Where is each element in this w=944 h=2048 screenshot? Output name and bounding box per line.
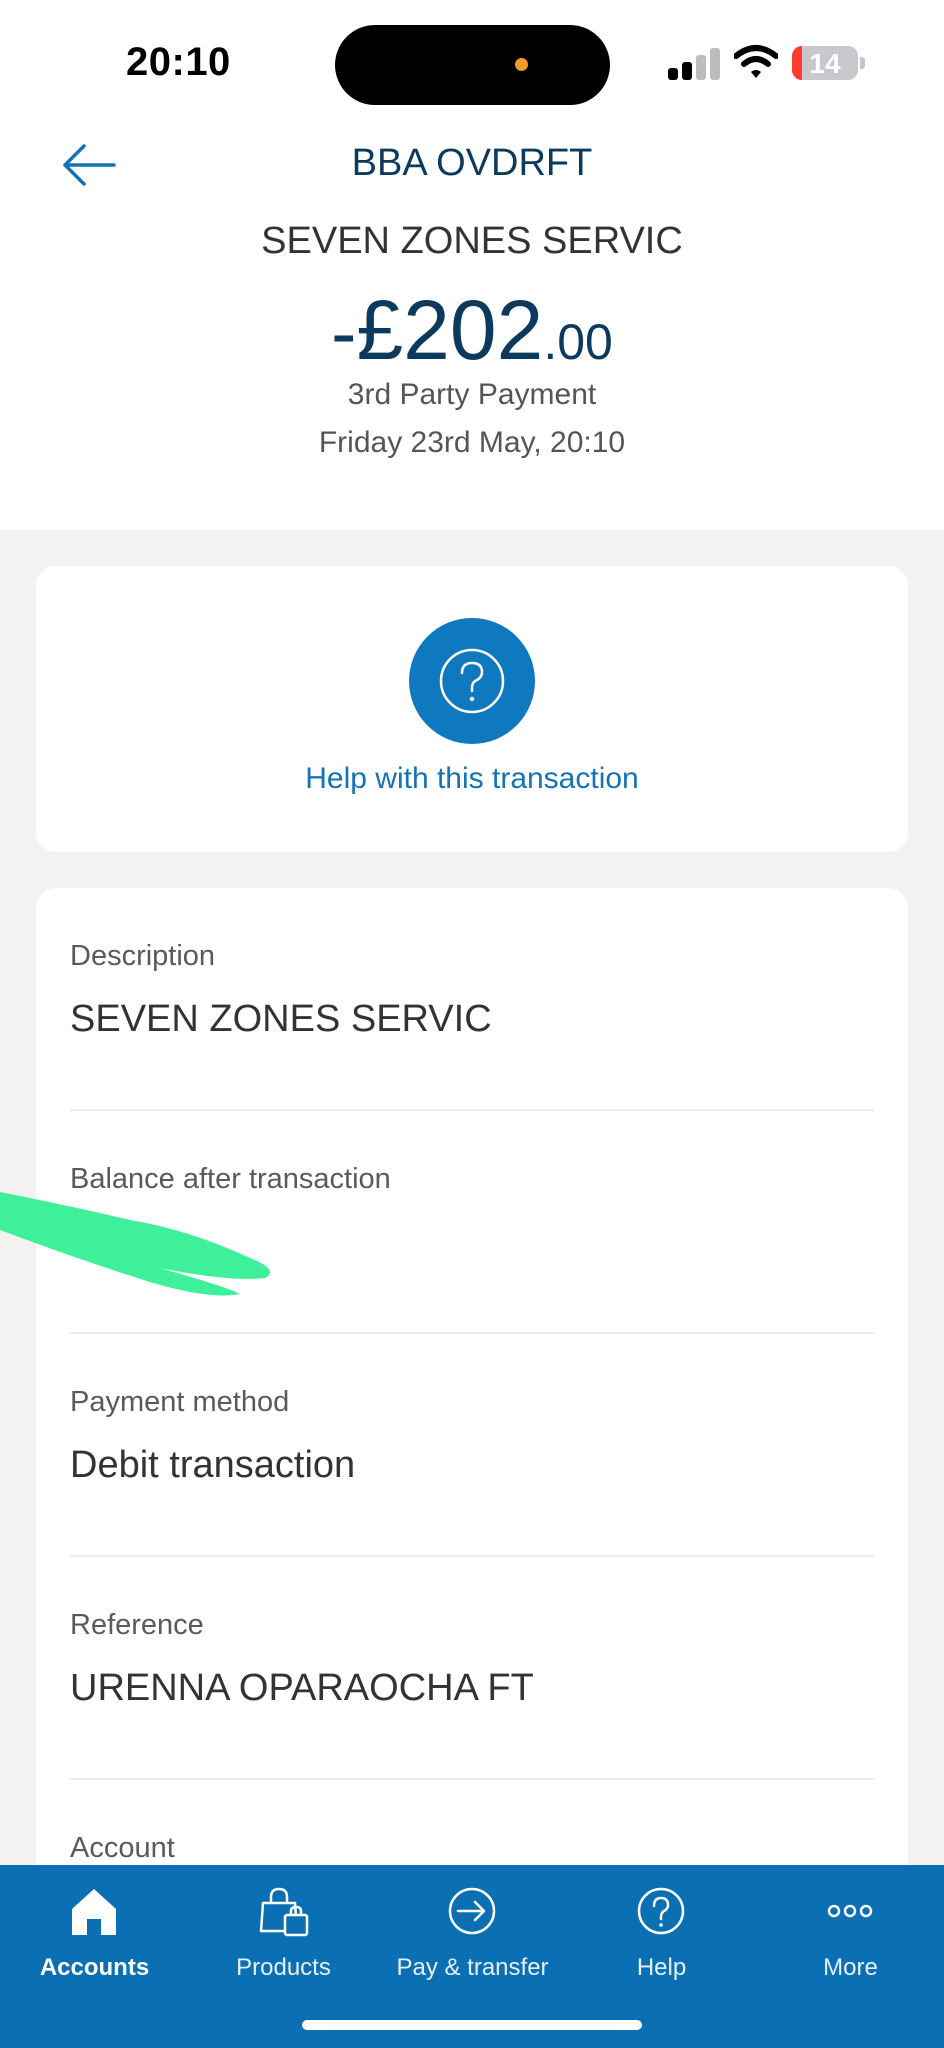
- account-title: BBA OVDRFT: [351, 142, 593, 184]
- detail-label: Description: [70, 940, 216, 972]
- detail-label: Reference: [70, 1609, 204, 1641]
- detail-value: URENNA OPARAOCHA FT: [70, 1667, 534, 1709]
- wifi-icon: [734, 45, 778, 78]
- home-indicator[interactable]: [302, 2020, 642, 2030]
- tab-label: Pay & transfer: [396, 1954, 549, 1981]
- detail-value: SEVEN ZONES SERVIC: [70, 998, 492, 1040]
- bottom-tab-bar: Accounts Products Pay & transfer Help Mo…: [0, 1865, 944, 2048]
- status-time: 20:10: [126, 40, 231, 84]
- recording-indicator-icon: [515, 58, 528, 71]
- help-label: Help with this transaction: [305, 762, 639, 795]
- help-with-transaction-button[interactable]: Help with this transaction: [36, 566, 908, 852]
- tab-help[interactable]: Help: [567, 1865, 756, 1995]
- detail-label: Payment method: [70, 1386, 290, 1418]
- help-circle: [409, 618, 535, 744]
- transfer-arrow-icon: [448, 1887, 496, 1935]
- transaction-date: Friday 23rd May, 20:10: [318, 426, 626, 459]
- detail-row-reference: Reference URENNA OPARAOCHA FT: [70, 1557, 874, 1780]
- detail-row-description: Description SEVEN ZONES SERVIC: [70, 888, 874, 1111]
- tab-accounts[interactable]: Accounts: [0, 1865, 189, 1995]
- battery-level: 14: [809, 48, 841, 79]
- amount-sign: -: [331, 291, 357, 376]
- transaction-amount: -£202.00: [0, 282, 944, 379]
- tab-label: Products: [236, 1954, 331, 1981]
- payee-name: SEVEN ZONES SERVIC: [261, 220, 683, 262]
- tab-products[interactable]: Products: [189, 1865, 378, 1995]
- cellular-signal-icon: [668, 48, 720, 80]
- transaction-header: BBA OVDRFT SEVEN ZONES SERVIC -£202.00 3…: [0, 120, 944, 530]
- redaction-scribble: [0, 1192, 270, 1296]
- question-mark-icon: [439, 648, 505, 714]
- detail-label: Account: [70, 1832, 175, 1864]
- transaction-detail-screen: 20:10 14 BBA OVDRFT SEVEN ZONES SERVIC -: [0, 0, 944, 2048]
- amount-pounds: £202: [356, 283, 544, 377]
- amount-pence: .00: [543, 314, 613, 370]
- detail-value: Debit transaction: [70, 1444, 356, 1486]
- tab-more[interactable]: More: [756, 1865, 944, 1995]
- tab-label: Help: [636, 1954, 687, 1981]
- more-dots-icon: [827, 1904, 873, 1918]
- tab-pay-transfer[interactable]: Pay & transfer: [378, 1865, 567, 1995]
- battery-icon: 14: [792, 46, 858, 80]
- detail-row-payment-method: Payment method Debit transaction: [70, 1334, 874, 1557]
- transaction-type: 3rd Party Payment: [347, 378, 597, 411]
- tab-label: More: [823, 1954, 878, 1981]
- home-icon: [72, 1889, 116, 1935]
- battery-cap: [860, 57, 865, 69]
- shopping-bag-icon: [259, 1887, 309, 1937]
- status-bar: 20:10 14: [0, 0, 944, 120]
- dynamic-island: [335, 25, 610, 105]
- tab-label: Accounts: [39, 1954, 150, 1981]
- help-icon: [637, 1887, 685, 1935]
